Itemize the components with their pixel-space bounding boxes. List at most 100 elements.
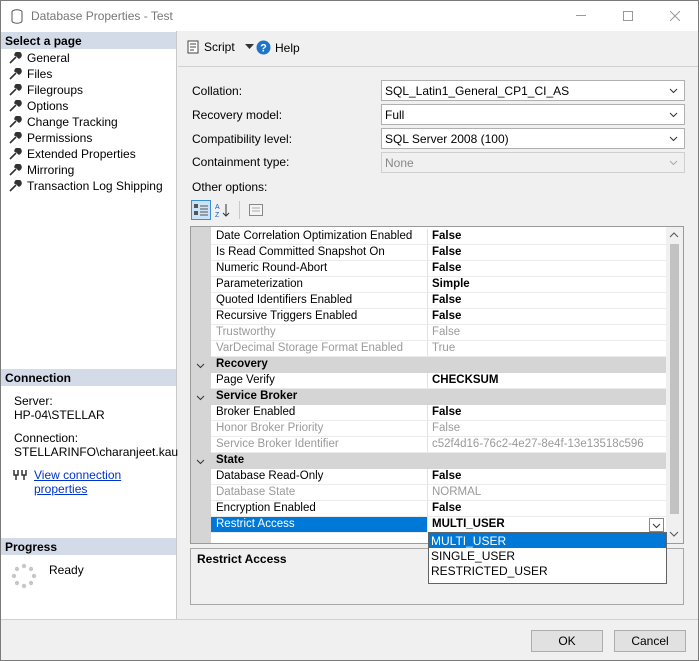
close-button[interactable] [652,1,698,31]
collapse-icon[interactable] [196,457,205,466]
minimize-icon [576,15,586,16]
grid-row[interactable]: Recursive Triggers Enabled False [191,309,666,325]
recovery-model-combo[interactable]: Full [381,104,685,125]
progress-status: Ready [49,563,84,577]
wrench-icon [9,100,22,112]
category-name: State [216,454,245,466]
property-name: Broker Enabled [216,406,296,418]
recovery-model-label: Recovery model: [192,108,283,122]
collation-combo[interactable]: SQL_Latin1_General_CP1_CI_AS [381,80,685,101]
containment-type-label: Containment type: [192,155,290,169]
description-title: Restrict Access [197,552,287,566]
grid-category[interactable]: State [191,453,666,469]
maximize-button[interactable] [605,1,651,31]
sort-alphabetical-icon: A Z [215,204,230,218]
nav-item-transaction-log-shipping[interactable]: Transaction Log Shipping [9,178,163,194]
svg-text:?: ? [260,43,267,55]
svg-text:A: A [215,204,220,211]
left-pane: Select a page General Files Filegroups Opti… [1,31,182,619]
server-value: HP-04\STELLAR [14,408,105,422]
chevron-down-icon [669,136,678,142]
property-value: False [432,230,462,242]
compatibility-level-combo[interactable]: SQL Server 2008 (100) [381,128,685,149]
nav-item-mirroring[interactable]: Mirroring [9,162,74,178]
server-label: Server: [14,394,53,408]
script-dropdown-icon[interactable] [244,44,254,50]
property-value: False [432,422,461,434]
property-pages-button[interactable] [246,200,266,220]
categorized-button[interactable] [191,200,211,220]
grid-row[interactable]: Is Read Committed Snapshot On False [191,245,666,261]
grid-row[interactable]: Numeric Round-Abort False [191,261,666,277]
dropdown-option-multi-user[interactable]: MULTI_USER [429,533,666,548]
collapse-icon[interactable] [196,361,205,370]
scroll-up-icon[interactable] [669,230,679,240]
grid-category[interactable]: Recovery [191,357,666,373]
containment-type-value: None [385,156,414,170]
grid-row[interactable]: Honor Broker Priority False [191,421,666,437]
chevron-down-icon [652,523,661,528]
scroll-down-icon[interactable] [669,529,679,539]
grid-row[interactable]: Page Verify CHECKSUM [191,373,666,389]
ok-button[interactable]: OK [531,630,603,652]
property-name: Encryption Enabled [216,502,316,514]
recovery-model-value: Full [385,108,405,122]
property-value[interactable]: MULTI_USER [432,518,505,530]
restrict-access-dropdown-button[interactable] [649,518,664,532]
grid-row[interactable]: Quoted Identifiers Enabled False [191,293,666,309]
property-name: Recursive Triggers Enabled [216,310,358,322]
cancel-button[interactable]: Cancel [614,630,686,652]
other-options-label: Other options: [192,180,268,194]
dropdown-option-single-user[interactable]: SINGLE_USER [429,548,666,563]
containment-type-combo: None [381,152,685,173]
minimize-button[interactable] [558,1,604,31]
nav-item-extended-properties[interactable]: Extended Properties [9,146,136,162]
grid-row[interactable]: Database Read-Only False [191,469,666,485]
compatibility-level-value: SQL Server 2008 (100) [385,132,509,146]
database-icon [11,9,23,24]
nav-item-label: Mirroring [27,163,75,177]
property-value: False [432,502,462,514]
grid-row[interactable]: Parameterization Simple [191,277,666,293]
dropdown-option-restricted-user[interactable]: RESTRICTED_USER [429,563,666,578]
view-connection-properties-link[interactable]: View connection properties [34,468,176,496]
help-label: Help [275,40,300,55]
property-name: Page Verify [216,374,275,386]
nav-item-files[interactable]: Files [9,66,52,82]
nav-item-general[interactable]: General [9,50,70,66]
wrench-icon [9,132,22,144]
nav-item-label: Transaction Log Shipping [27,179,163,193]
help-icon: ? [256,40,271,55]
property-name: Numeric Round-Abort [216,262,328,274]
nav-item-change-tracking[interactable]: Change Tracking [9,114,118,130]
grid-row[interactable]: Database State NORMAL [191,485,666,501]
property-value: False [432,246,462,258]
collapse-icon[interactable] [196,393,205,402]
nav-item-label: Extended Properties [27,147,136,161]
chevron-down-icon [669,160,678,166]
script-button[interactable]: Script [186,40,254,54]
property-value: CHECKSUM [432,374,499,386]
nav-item-options[interactable]: Options [9,98,68,114]
grid-vertical-scrollbar[interactable] [666,227,683,543]
property-value: False [432,326,461,338]
grid-category[interactable]: Service Broker [191,389,666,405]
grid-row[interactable]: Service Broker Identifier c52f4d16-76c2-4… [191,437,666,453]
grid-row[interactable]: Trustworthy False [191,325,666,341]
nav-item-permissions[interactable]: Permissions [9,130,92,146]
grid-row[interactable]: VarDecimal Storage Format Enabled True [191,341,666,357]
grid-row[interactable]: Restrict Access MULTI_USER [191,517,666,533]
close-icon [670,11,680,21]
scroll-thumb[interactable] [670,244,679,514]
grid-row[interactable]: Encryption Enabled False [191,501,666,517]
property-name: Database Read-Only [216,470,324,482]
grid-row[interactable]: Broker Enabled False [191,405,666,421]
nav-item-label: Change Tracking [27,115,118,129]
database-properties-window: Database Properties - Test Select a page… [0,0,699,661]
connection-label: Connection: [14,431,79,445]
grid-row[interactable]: Date Correlation Optimization Enabled Fal… [191,229,666,245]
property-value: Simple [432,278,470,290]
nav-item-filegroups[interactable]: Filegroups [9,82,83,98]
alphabetical-button[interactable]: A Z [213,200,233,220]
help-button[interactable]: ? Help [256,40,300,55]
